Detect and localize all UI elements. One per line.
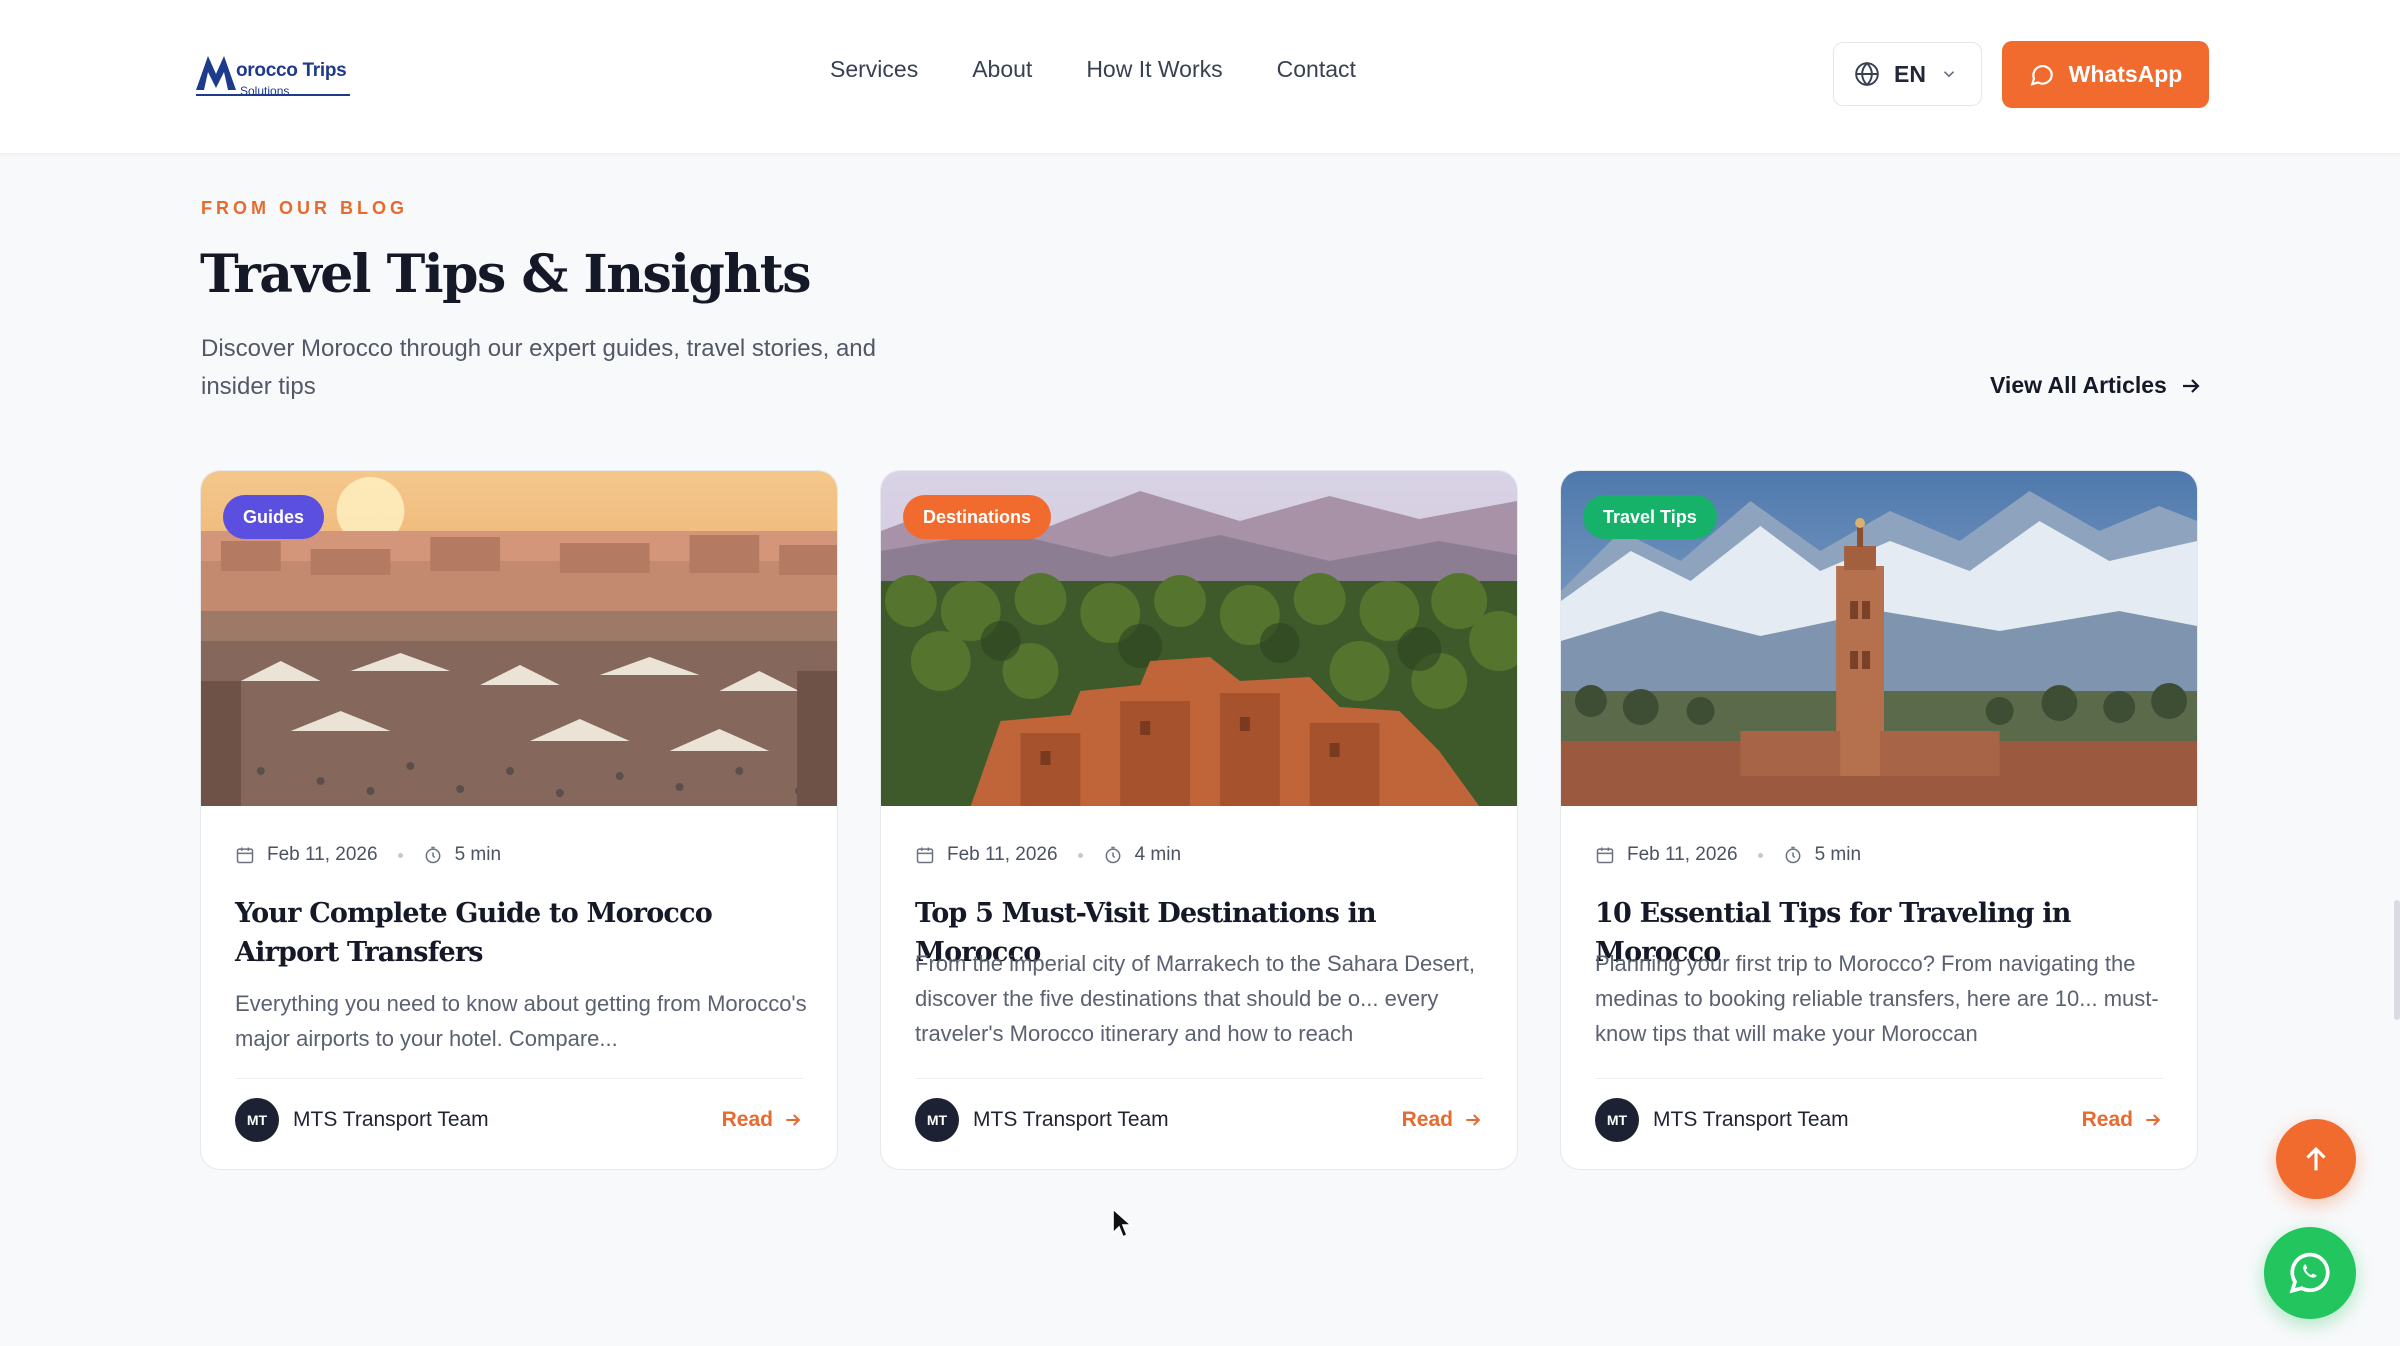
avatar: MT	[915, 1098, 959, 1142]
card-excerpt: Everything you need to know about gettin…	[235, 991, 807, 1051]
category-badge: Destinations	[903, 495, 1052, 539]
card-title[interactable]: Your Complete Guide to Morocco Airport T…	[235, 894, 795, 972]
read-link[interactable]: Read	[1402, 1108, 1483, 1132]
nav-item-contact[interactable]: Contact	[1277, 56, 1356, 83]
category-badge: Travel Tips	[1583, 495, 1717, 539]
chat-bubble-icon	[2030, 64, 2053, 86]
globe-icon	[1855, 61, 1879, 87]
meta-separator	[397, 852, 403, 858]
card-image-kasbah: Destinations	[881, 471, 1517, 806]
card-read-time: 4 min	[1134, 844, 1182, 865]
arrow-up-icon	[2306, 1146, 2326, 1171]
card-image-mosque: Travel Tips	[1561, 471, 2197, 806]
read-link[interactable]: Read	[722, 1108, 803, 1132]
brand-name: orocco Trips	[236, 60, 347, 81]
blog-card-grid: Guides Feb 11, 2026 5 min Your Complete …	[200, 470, 2198, 1170]
arrow-right-icon	[2146, 1114, 2161, 1126]
arrow-right-icon	[1466, 1114, 1481, 1126]
chevron-down-icon	[1943, 71, 1955, 78]
meta-separator	[1757, 852, 1763, 858]
card-excerpt: From the imperial city of Marrakech to t…	[915, 951, 1475, 1046]
author-name: MTS Transport Team	[973, 1108, 1169, 1131]
whatsapp-header-label: WhatsApp	[2068, 61, 2183, 87]
author-name: MTS Transport Team	[293, 1108, 489, 1131]
section-eyebrow: FROM OUR BLOG	[201, 198, 408, 218]
whatsapp-header-button[interactable]: WhatsApp	[2002, 41, 2209, 108]
avatar: MT	[1595, 1098, 1639, 1142]
scroll-to-top-button[interactable]	[2276, 1119, 2356, 1199]
card-date: Feb 11, 2026	[947, 844, 1058, 865]
card-read-time: 5 min	[454, 844, 502, 865]
brand-logo-mark	[196, 56, 236, 90]
language-selector[interactable]: EN	[1833, 42, 1982, 106]
read-label: Read	[721, 1108, 773, 1131]
read-label: Read	[2081, 1108, 2133, 1131]
arrow-right-icon	[786, 1114, 801, 1126]
blog-card[interactable]: Travel Tips Feb 11, 2026 5 min 10 Essent…	[1560, 470, 2198, 1170]
timer-icon	[1785, 846, 1800, 864]
card-image-market: Guides	[201, 471, 837, 806]
card-body: Feb 11, 2026 5 min 10 Essential Tips for…	[1561, 806, 2197, 1169]
section-description: Discover Morocco through our expert guid…	[201, 335, 876, 400]
whatsapp-icon	[2289, 1252, 2330, 1294]
arrow-right-icon	[2182, 378, 2200, 393]
timer-icon	[1105, 846, 1120, 864]
meta-separator	[1077, 852, 1083, 858]
nav-item-how-it-works[interactable]: How It Works	[1086, 56, 1222, 83]
brand-logo[interactable]: orocco Trips Solutions	[194, 48, 354, 102]
main-nav: Services About How It Works Contact	[830, 56, 1356, 83]
card-author: MT MTS Transport Team	[1595, 1098, 1849, 1142]
card-footer: MT MTS Transport Team Read	[915, 1098, 1483, 1142]
card-meta: Feb 11, 2026 4 min	[915, 844, 1181, 866]
card-read-time: 5 min	[1814, 844, 1862, 865]
card-excerpt: Planning your first trip to Morocco? Fro…	[1595, 951, 2159, 1046]
view-all-label: View All Articles	[1990, 372, 2167, 398]
nav-item-services[interactable]: Services	[830, 56, 918, 83]
card-divider	[1595, 1078, 2163, 1079]
card-footer: MT MTS Transport Team Read	[1595, 1098, 2163, 1142]
language-code: EN	[1894, 60, 1926, 87]
mouse-cursor	[1112, 1207, 1133, 1239]
page-scrollbar[interactable]	[2394, 900, 2400, 1020]
card-author: MT MTS Transport Team	[235, 1098, 489, 1142]
card-author: MT MTS Transport Team	[915, 1098, 1169, 1142]
blog-card[interactable]: Guides Feb 11, 2026 5 min Your Complete …	[200, 470, 838, 1170]
author-name: MTS Transport Team	[1653, 1108, 1849, 1131]
nav-item-about[interactable]: About	[972, 56, 1032, 83]
category-badge: Guides	[223, 495, 325, 539]
calendar-icon	[1596, 847, 1614, 864]
section-title: Travel Tips & Insights	[200, 244, 812, 305]
card-body: Feb 11, 2026 5 min Your Complete Guide t…	[201, 806, 837, 1169]
calendar-icon	[916, 847, 934, 864]
card-date: Feb 11, 2026	[267, 844, 378, 865]
card-meta: Feb 11, 2026 5 min	[235, 844, 501, 866]
calendar-icon	[236, 847, 254, 864]
card-date: Feb 11, 2026	[1627, 844, 1738, 865]
avatar: MT	[235, 1098, 279, 1142]
read-link[interactable]: Read	[2082, 1108, 2163, 1132]
brand-underline	[196, 94, 350, 96]
whatsapp-float-button[interactable]	[2264, 1227, 2356, 1319]
card-divider	[235, 1078, 803, 1079]
view-all-articles-link[interactable]: View All Articles	[1990, 372, 2203, 399]
blog-card[interactable]: Destinations Feb 11, 2026 4 min Top 5 Mu…	[880, 470, 1518, 1170]
card-meta: Feb 11, 2026 5 min	[1595, 844, 1861, 866]
card-footer: MT MTS Transport Team Read	[235, 1098, 803, 1142]
timer-icon	[425, 846, 440, 864]
card-divider	[915, 1078, 1483, 1079]
read-label: Read	[1401, 1108, 1453, 1131]
card-body: Feb 11, 2026 4 min Top 5 Must-Visit Dest…	[881, 806, 1517, 1169]
site-header: orocco Trips Solutions Services About Ho…	[0, 0, 2400, 154]
